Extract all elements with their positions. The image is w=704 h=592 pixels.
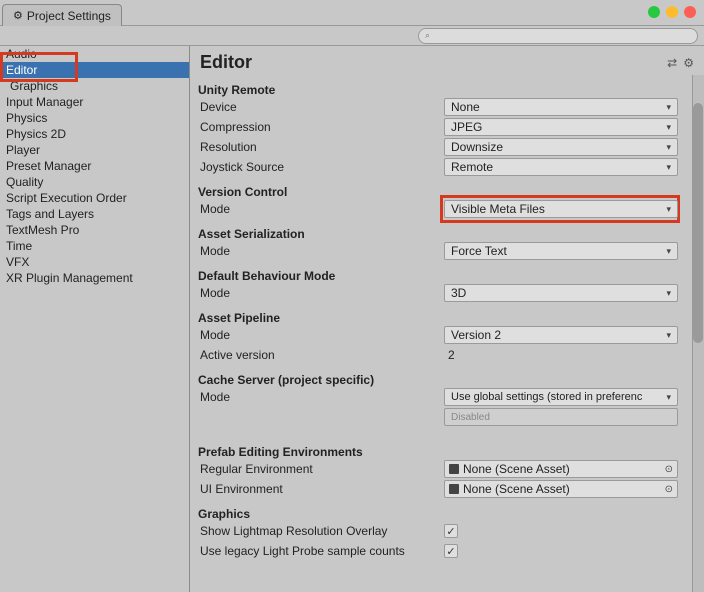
label-device: Device <box>196 100 444 114</box>
dropdown-vc-mode[interactable]: Visible Meta Files <box>444 200 678 218</box>
label-vc-mode: Mode <box>196 202 444 216</box>
sidebar: Audio Editor Graphics Input Manager Phys… <box>0 46 190 592</box>
search-input[interactable]: ⌕ <box>418 28 698 44</box>
sidebar-item-xr-plugin-management[interactable]: XR Plugin Management <box>0 270 189 286</box>
section-prefab: Prefab Editing Environments <box>196 445 678 459</box>
dropdown-resolution[interactable]: Downsize <box>444 138 678 156</box>
label-prefab-ui: UI Environment <box>196 482 444 496</box>
dropdown-ap-mode[interactable]: Version 2 <box>444 326 678 344</box>
dropdown-db-mode[interactable]: 3D <box>444 284 678 302</box>
label-prefab-regular: Regular Environment <box>196 462 444 476</box>
sidebar-item-preset-manager[interactable]: Preset Manager <box>0 158 189 174</box>
label-compression: Compression <box>196 120 444 134</box>
objectfield-prefab-regular[interactable]: None (Scene Asset) <box>444 460 678 478</box>
close-button[interactable] <box>684 6 696 18</box>
sidebar-item-player[interactable]: Player <box>0 142 189 158</box>
dropdown-cs-mode[interactable]: Use global settings (stored in preferenc <box>444 388 678 406</box>
maximize-button[interactable] <box>666 6 678 18</box>
search-icon: ⌕ <box>425 30 430 41</box>
value-ap-active: 2 <box>444 348 678 362</box>
dropdown-cs-disabled: Disabled <box>444 408 678 426</box>
dropdown-compression[interactable]: JPEG <box>444 118 678 136</box>
sidebar-item-graphics[interactable]: Graphics <box>0 78 189 94</box>
window-title: Project Settings <box>27 9 111 23</box>
sidebar-item-script-execution-order[interactable]: Script Execution Order <box>0 190 189 206</box>
sidebar-item-time[interactable]: Time <box>0 238 189 254</box>
sidebar-item-vfx[interactable]: VFX <box>0 254 189 270</box>
label-db-mode: Mode <box>196 286 444 300</box>
dropdown-device[interactable]: None <box>444 98 678 116</box>
scrollbar-thumb[interactable] <box>693 103 703 343</box>
label-lightmap: Show Lightmap Resolution Overlay <box>196 524 444 538</box>
sidebar-item-physics-2d[interactable]: Physics 2D <box>0 126 189 142</box>
sidebar-item-textmesh-pro[interactable]: TextMesh Pro <box>0 222 189 238</box>
sidebar-item-tags-and-layers[interactable]: Tags and Layers <box>0 206 189 222</box>
section-asset-serialization: Asset Serialization <box>196 227 678 241</box>
label-ap-active: Active version <box>196 348 444 362</box>
label-legacy-probe: Use legacy Light Probe sample counts <box>196 544 444 558</box>
label-resolution: Resolution <box>196 140 444 154</box>
minimize-button[interactable] <box>648 6 660 18</box>
dropdown-as-mode[interactable]: Force Text <box>444 242 678 260</box>
label-joystick: Joystick Source <box>196 160 444 174</box>
section-default-behaviour: Default Behaviour Mode <box>196 269 678 283</box>
label-ap-mode: Mode <box>196 328 444 342</box>
window-tab[interactable]: ⚙ Project Settings <box>2 4 122 26</box>
sidebar-item-physics[interactable]: Physics <box>0 110 189 126</box>
titlebar: ⚙ Project Settings <box>0 0 704 26</box>
preset-icon[interactable]: ⇄ <box>667 56 677 70</box>
unity-icon <box>449 464 459 474</box>
section-cache-server: Cache Server (project specific) <box>196 373 678 387</box>
content-pane: Editor ⇄ ⚙ Unity Remote Device None Comp… <box>190 46 704 592</box>
label-cs-mode: Mode <box>196 390 444 404</box>
label-as-mode: Mode <box>196 244 444 258</box>
gear-icon[interactable]: ⚙ <box>683 56 694 70</box>
scroll-area: Unity Remote Device None Compression JPE… <box>190 75 704 592</box>
section-unity-remote: Unity Remote <box>196 83 678 97</box>
search-row: ⌕ <box>0 26 704 46</box>
sidebar-item-editor[interactable]: Editor <box>0 62 189 78</box>
unity-icon <box>449 484 459 494</box>
window-controls <box>648 6 696 18</box>
section-version-control: Version Control <box>196 185 678 199</box>
scrollbar[interactable] <box>692 75 704 592</box>
objectfield-prefab-ui[interactable]: None (Scene Asset) <box>444 480 678 498</box>
sidebar-item-quality[interactable]: Quality <box>0 174 189 190</box>
section-asset-pipeline: Asset Pipeline <box>196 311 678 325</box>
checkbox-lightmap[interactable]: ✓ <box>444 524 458 538</box>
page-title: Editor <box>200 52 667 73</box>
sidebar-item-input-manager[interactable]: Input Manager <box>0 94 189 110</box>
sidebar-item-audio[interactable]: Audio <box>0 46 189 62</box>
checkbox-legacy-probe[interactable]: ✓ <box>444 544 458 558</box>
dropdown-joystick[interactable]: Remote <box>444 158 678 176</box>
section-graphics: Graphics <box>196 507 678 521</box>
gear-icon: ⚙ <box>13 9 23 22</box>
